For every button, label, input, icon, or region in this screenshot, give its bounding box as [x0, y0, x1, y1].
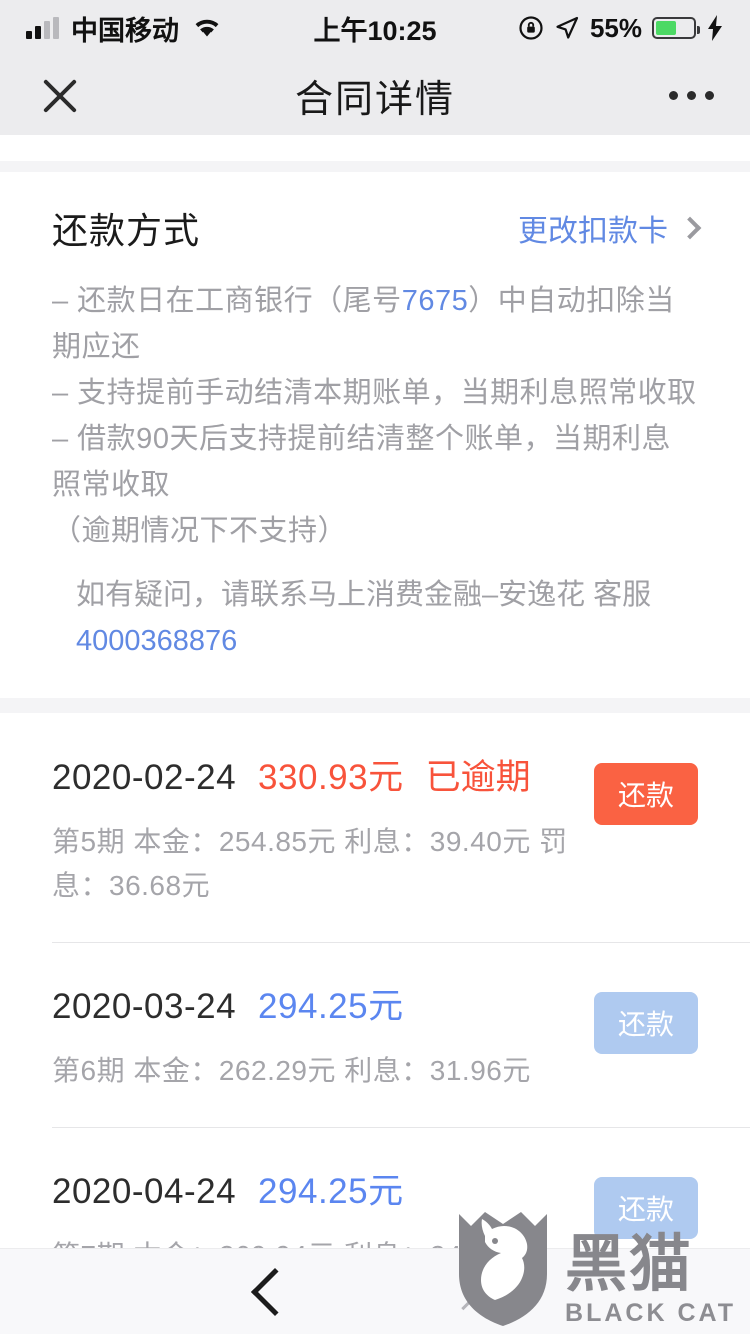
schedule-row-top: 2020-04-24 294.25元 [52, 1163, 594, 1214]
nav-bar: 合同详情 [0, 56, 750, 135]
status-badge: 已逾期 [425, 758, 531, 797]
phone-screen: 中国移动 上午10:25 55% 合同详情 还款方式 更改扣款卡 – 还款日在工… [0, 0, 750, 1334]
repay-button[interactable]: 还款 [594, 1177, 698, 1239]
repay-button[interactable]: 还款 [594, 763, 698, 825]
section-title: 还款方式 [52, 210, 201, 251]
customer-service-line: 如有疑问，请联系马上消费金融–安逸花 客服 4000368876 [76, 579, 652, 657]
term-line: – 支持提前手动结清本期账单，当期利息照常收取 [52, 377, 697, 409]
previous-card-edge [0, 135, 750, 161]
due-amount: 330.93元 [258, 758, 404, 797]
section-gap [0, 698, 750, 713]
change-card-link[interactable]: 更改扣款卡 [518, 206, 702, 250]
repayment-terms-list: – 还款日在工商银行（尾号7675）中自动扣除当期应还 – 支持提前手动结清本期… [0, 254, 750, 698]
repayment-method-header: 还款方式 更改扣款卡 [0, 172, 750, 254]
rotation-lock-icon [519, 16, 543, 40]
schedule-row-info: 2020-03-24 294.25元 第6期 本金：262.29元 利息：31.… [52, 978, 594, 1093]
schedule-row-info: 2020-02-24 330.93元 已逾期 第5期 本金：254.85元 利息… [52, 749, 594, 908]
bottom-bar [0, 1248, 750, 1334]
page-title: 合同详情 [294, 79, 455, 121]
schedule-row[interactable]: 2020-02-24 330.93元 已逾期 第5期 本金：254.85元 利息… [52, 713, 750, 942]
installment-detail: 第5期 本金：254.85元 利息：39.40元 罚息：36.68元 [52, 826, 568, 901]
term-line: – 还款日在工商银行（尾号7675）中自动扣除当期应还 [52, 285, 675, 363]
lightning-bolt-icon [708, 15, 722, 41]
change-card-label: 更改扣款卡 [518, 215, 668, 248]
repayment-method-card: 还款方式 更改扣款卡 – 还款日在工商银行（尾号7675）中自动扣除当期应还 –… [0, 172, 750, 698]
close-icon[interactable] [36, 71, 86, 121]
chevron-left-icon[interactable] [250, 1267, 300, 1316]
card-last-digits: 7675 [401, 285, 469, 317]
schedule-row-top: 2020-02-24 330.93元 已逾期 [52, 749, 594, 800]
section-gap-top [0, 161, 750, 172]
battery-icon [652, 17, 700, 39]
more-options-icon[interactable] [669, 91, 714, 100]
term-line: （逾期情况下不支持） [52, 515, 348, 547]
close-icon[interactable] [455, 1267, 505, 1317]
schedule-row[interactable]: 2020-03-24 294.25元 第6期 本金：262.29元 利息：31.… [52, 942, 750, 1127]
due-date: 2020-04-24 [52, 1172, 237, 1211]
due-date: 2020-02-24 [52, 758, 237, 797]
repayment-schedule-list: 2020-02-24 330.93元 已逾期 第5期 本金：254.85元 利息… [0, 713, 750, 1334]
status-bar-right: 55% [518, 13, 724, 44]
due-amount: 294.25元 [258, 1172, 404, 1211]
status-bar: 中国移动 上午10:25 55% [0, 0, 750, 56]
repay-button[interactable]: 还款 [594, 992, 698, 1054]
battery-percent-label: 55% [589, 12, 642, 43]
location-arrow-icon [556, 16, 579, 39]
due-amount: 294.25元 [258, 987, 404, 1026]
chevron-right-icon [678, 216, 702, 240]
term-line: – 借款90天后支持提前结清整个账单，当期利息照常收取 [52, 423, 671, 501]
installment-detail: 第6期 本金：262.29元 利息：31.96元 [52, 1055, 531, 1086]
schedule-row-top: 2020-03-24 294.25元 [52, 978, 594, 1029]
service-phone-number[interactable]: 4000368876 [76, 625, 237, 657]
due-date: 2020-03-24 [52, 987, 237, 1026]
